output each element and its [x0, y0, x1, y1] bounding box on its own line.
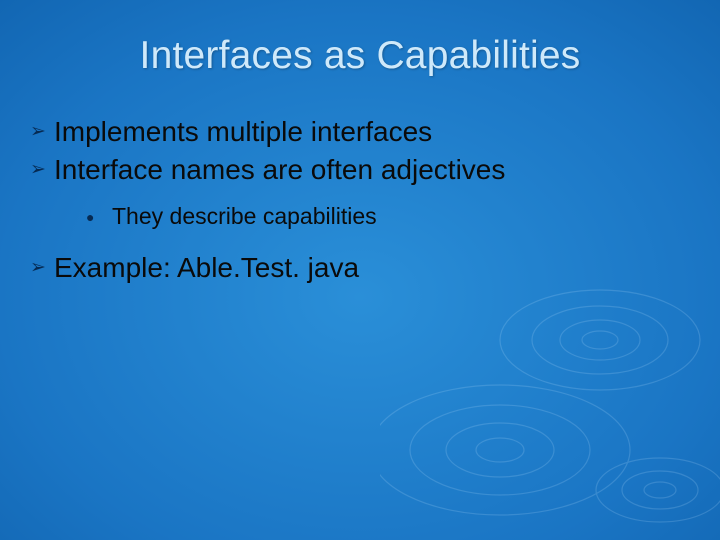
sub-bullet-text: They describe capabilities: [112, 202, 377, 232]
bullet-text: Implements multiple interfaces: [54, 114, 674, 150]
dot-bullet-icon: ●: [82, 202, 112, 232]
bullet-item: ➢ Example: Able.Test. java: [28, 250, 674, 286]
bullet-item: ➢ Interface names are often adjectives: [28, 152, 674, 188]
slide-title: Interfaces as Capabilities: [46, 34, 674, 78]
sub-bullet-item: ● They describe capabilities: [82, 202, 674, 232]
arrow-bullet-icon: ➢: [28, 152, 54, 188]
arrow-bullet-icon: ➢: [28, 250, 54, 286]
bullet-text: Example: Able.Test. java: [54, 250, 674, 286]
bullet-text: Interface names are often adjectives: [54, 152, 674, 188]
arrow-bullet-icon: ➢: [28, 114, 54, 150]
slide: Interfaces as Capabilities ➢ Implements …: [0, 0, 720, 540]
bullet-item: ➢ Implements multiple interfaces: [28, 114, 674, 150]
bullet-list: ➢ Implements multiple interfaces ➢ Inter…: [28, 114, 674, 286]
